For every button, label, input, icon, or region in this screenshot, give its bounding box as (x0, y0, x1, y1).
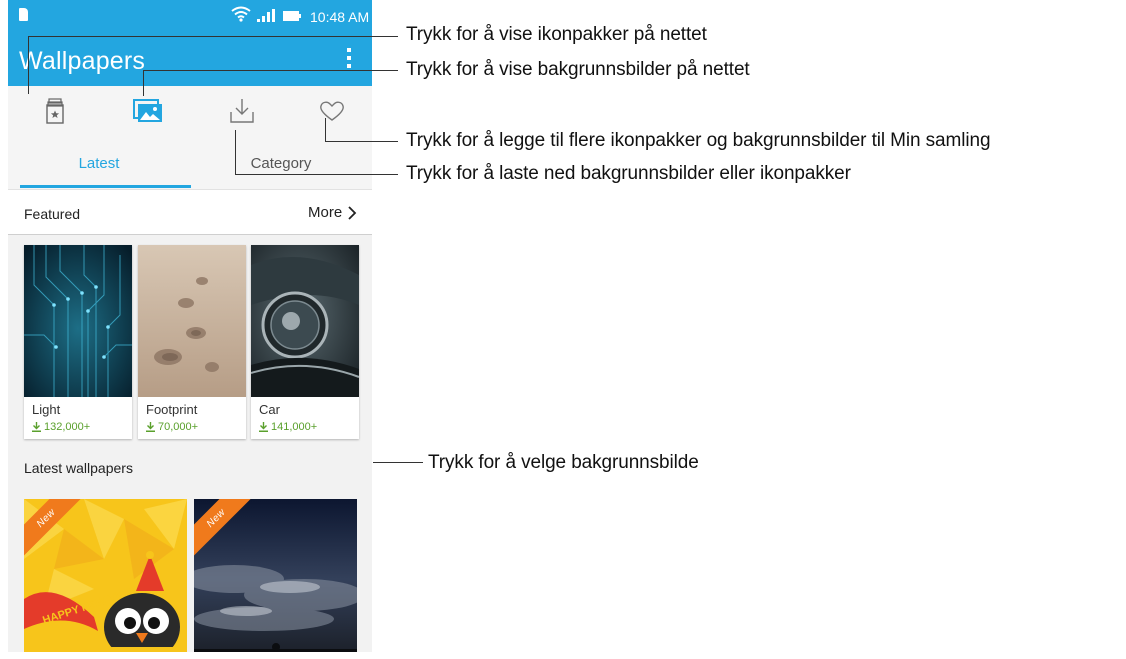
featured-header: Featured More (8, 199, 372, 229)
wallpaper-icon (133, 99, 162, 122)
latest-wallpapers-title: Latest wallpapers (24, 460, 133, 476)
card-name: Car (259, 402, 280, 417)
leader-line-icon-packs-drop (28, 36, 29, 94)
status-bar: 10:48 AM (8, 0, 372, 36)
icon-pack-icon (46, 98, 64, 124)
callout-select-wallpaper: Trykk for å velge bakgrunnsbilde (428, 452, 699, 473)
download-small-icon (146, 422, 155, 432)
download-count-value: 132,000+ (44, 421, 91, 433)
card-name: Footprint (146, 402, 198, 417)
thumbnail-car (251, 245, 359, 397)
leader-line-icon-packs (28, 36, 398, 37)
download-small-icon (259, 422, 268, 432)
more-link[interactable]: More (308, 204, 358, 221)
tab-category[interactable]: Category (190, 136, 372, 190)
callout-wallpapers: Trykk for å vise bakgrunnsbilder på nett… (406, 59, 750, 80)
phone-screen: 10:48 AM Wallpapers Latest Category Feat… (8, 0, 372, 652)
download-small-icon (32, 422, 41, 432)
leader-line-select (373, 462, 423, 463)
wifi-icon (231, 6, 251, 22)
leader-line-wallpapers (143, 70, 398, 71)
featured-title: Featured (24, 206, 81, 222)
latest-wallpaper-new-year[interactable]: HAPPY NEW YEAR New (24, 499, 187, 652)
download-count: 70,000+ (146, 421, 198, 433)
callout-download: Trykk for å laste ned bakgrunnsbilder el… (406, 163, 851, 184)
download-count: 132,000+ (32, 421, 90, 433)
app-title: Wallpapers (19, 47, 146, 75)
callout-add-collection: Trykk for å legge til flere ikonpakker o… (406, 130, 991, 151)
favorite-button[interactable] (314, 94, 350, 128)
tab-latest[interactable]: Latest (8, 136, 190, 190)
leader-line-favorite (325, 141, 398, 142)
featured-card-car[interactable]: Car 141,000+ (251, 245, 359, 439)
download-button[interactable] (224, 94, 260, 128)
download-count-value: 70,000+ (158, 421, 199, 433)
heart-icon (320, 101, 344, 121)
signal-icon (257, 9, 275, 22)
icon-pack-button[interactable] (37, 94, 73, 128)
toolbar (8, 86, 372, 136)
battery-icon (283, 11, 301, 21)
wallpaper-button[interactable] (130, 94, 166, 128)
latest-wallpaper-sky[interactable]: New (194, 499, 357, 652)
status-time: 10:48 AM (310, 9, 370, 25)
app-bar: Wallpapers (8, 36, 372, 86)
tab-indicator (20, 185, 191, 188)
leader-line-wallpapers-drop (143, 70, 144, 96)
tab-bar: Latest Category (8, 136, 372, 190)
callout-icon-packs: Trykk for å vise ikonpakker på nettet (406, 24, 707, 45)
leader-line-download-rise (235, 130, 236, 175)
thumbnail-light (24, 245, 132, 397)
featured-card-footprint[interactable]: Footprint 70,000+ (138, 245, 246, 439)
more-label: More (308, 204, 343, 221)
download-count-value: 141,000+ (271, 421, 318, 433)
card-name: Light (32, 402, 61, 417)
download-icon (230, 99, 254, 123)
chevron-right-icon (348, 205, 357, 220)
download-count: 141,000+ (259, 421, 317, 433)
overflow-menu-icon[interactable] (341, 45, 357, 71)
featured-card-light[interactable]: Light 132,000+ (24, 245, 132, 439)
leader-line-download (235, 174, 398, 175)
sd-card-icon (19, 8, 28, 21)
leader-line-favorite-rise (325, 118, 326, 142)
thumbnail-footprint (138, 245, 246, 397)
